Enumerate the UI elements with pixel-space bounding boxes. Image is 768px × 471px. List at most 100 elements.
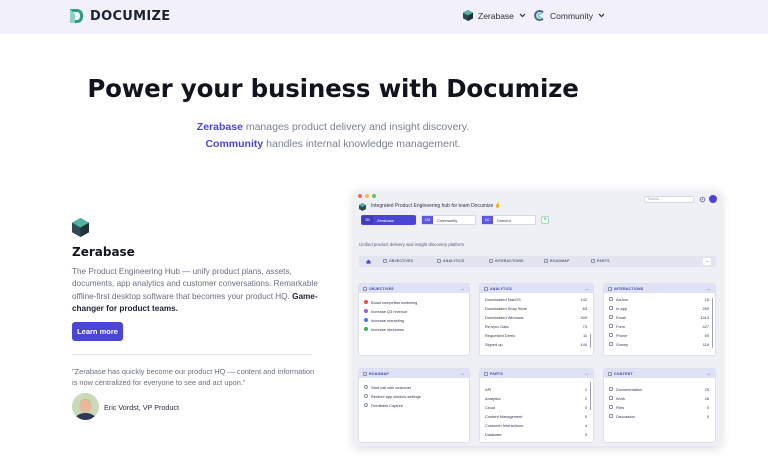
table-row[interactable]: Cloud 0: [485, 404, 587, 410]
in-app-icon: [609, 306, 613, 310]
app-search-input[interactable]: Search...: [644, 196, 694, 203]
table-row[interactable]: Requested Demo 11: [485, 332, 587, 338]
scrollbar[interactable]: [589, 382, 591, 410]
list-item[interactable]: Increase stickiness: [364, 326, 463, 332]
space-code: CM: [422, 216, 433, 224]
community-highlight: Community: [205, 138, 264, 150]
table-row[interactable]: Re-sync Data 73: [485, 323, 587, 329]
user-avatar-icon[interactable]: [709, 195, 717, 203]
card-title: CONTENT: [614, 371, 633, 376]
arrow-right-icon[interactable]: →: [584, 371, 589, 376]
tab-label: ANALYTICS: [443, 259, 465, 263]
list-item[interactable]: Increase marketing: [364, 317, 463, 323]
scrollbar[interactable]: [711, 298, 713, 348]
tab-objectives[interactable]: OBJECTIVES: [383, 259, 413, 263]
community-logo-icon: [534, 10, 544, 21]
arrow-right-icon[interactable]: →: [706, 286, 711, 291]
tab-analytics[interactable]: ANALYTICS: [437, 259, 465, 263]
nav-zerabase[interactable]: Zerabase: [463, 10, 526, 21]
list-item[interactable]: Restore app window settings: [364, 393, 463, 399]
table-row[interactable]: In-app 259: [609, 305, 709, 311]
table-row[interactable]: Documentation 25: [609, 386, 709, 392]
tab-interactions[interactable]: INTERACTIONS: [489, 259, 524, 263]
row-label: Email: [616, 314, 626, 320]
hero-subtitle-2: Community handles internal knowledge man…: [0, 138, 666, 150]
interactions-card: INTERACTIONS → Ad-hoc 16 In-app 259 Email 1…: [603, 283, 716, 356]
table-row[interactable]: Discussion 0: [609, 413, 709, 419]
table-row[interactable]: Ad-hoc 16: [609, 296, 709, 302]
nav-community[interactable]: Community: [534, 10, 605, 21]
space-tab-zerabase[interactable]: ZB Zerabase: [361, 215, 416, 225]
roadmap-item-icon: [364, 394, 368, 398]
card-header: CONTENT →: [604, 369, 715, 378]
table-row[interactable]: Survey 116: [609, 341, 709, 347]
arrow-right-icon[interactable]: →: [584, 286, 589, 291]
objective-label: Increase stickiness: [371, 326, 404, 332]
tab-label: ROADMAP: [550, 259, 570, 263]
home-icon[interactable]: [366, 259, 371, 264]
tab-label: OBJECTIVES: [389, 259, 414, 263]
interactions-icon: [608, 286, 612, 291]
table-row[interactable]: Content Management 0: [485, 413, 587, 419]
close-dot-icon: [358, 194, 362, 198]
roadmap-label: Feedback Capture: [371, 402, 404, 408]
scrollbar[interactable]: [589, 334, 591, 348]
space-code: DC: [482, 216, 493, 224]
arrow-right-icon[interactable]: →: [706, 371, 711, 376]
row-value: 144: [580, 341, 588, 347]
card-header: ANALYTICS →: [480, 284, 593, 293]
table-row[interactable]: Downloaded MacOS 142: [485, 296, 587, 302]
interactions-icon: [489, 259, 493, 263]
objectives-icon: [363, 286, 367, 291]
table-row[interactable]: Signed up 144: [485, 341, 587, 347]
table-row[interactable]: API 1: [485, 386, 587, 392]
table-row[interactable]: Email 1313: [609, 314, 709, 320]
parts-icon: [591, 259, 595, 263]
maximize-dot-icon: [372, 194, 376, 198]
tab-parts[interactable]: PARTS: [591, 259, 610, 263]
hero-title: Power your business with Documize: [87, 74, 579, 103]
documentation-icon: [609, 387, 613, 391]
row-label: Signed up: [485, 341, 503, 347]
objective-status-icon: [364, 309, 368, 313]
parts-icon: [484, 371, 488, 376]
row-value: 25: [704, 386, 709, 392]
tab-roadmap[interactable]: ROADMAP: [544, 259, 569, 263]
expand-button[interactable]: ⌄: [703, 258, 711, 265]
table-row[interactable]: Analytics 2: [485, 395, 587, 401]
add-space-button[interactable]: +: [541, 216, 549, 224]
hero-subtitle-2-text: handles internal knowledge management.: [263, 138, 461, 150]
row-label: Downloaded Snap Store: [485, 305, 528, 311]
list-item[interactable]: Start call with customer: [364, 384, 463, 390]
table-row[interactable]: Database 0: [485, 431, 587, 437]
list-item[interactable]: Feedback Capture: [364, 402, 463, 408]
learn-more-button[interactable]: Learn more: [72, 322, 123, 341]
space-name: Zerabase: [377, 217, 394, 223]
list-item[interactable]: Increase Q3 revenue: [364, 308, 463, 314]
gear-icon[interactable]: [699, 196, 706, 203]
table-row[interactable]: Downloaded Windows 309: [485, 314, 587, 320]
space-tab-dotcom[interactable]: DC Dotcom: [481, 215, 536, 225]
card-header: INTERACTIONS →: [604, 284, 715, 293]
table-row[interactable]: Work 28: [609, 395, 709, 401]
row-value: 0: [584, 404, 587, 410]
brand[interactable]: DOCUMIZE: [68, 8, 170, 24]
testimonial-quote: "Zerabase has quickly become our product…: [72, 367, 315, 387]
arrow-right-icon[interactable]: →: [460, 286, 465, 291]
space-tab-community[interactable]: CM Community: [421, 215, 476, 225]
table-row[interactable]: Customer Interactions 4: [485, 422, 587, 428]
list-item[interactable]: Boost competitor switching: [364, 299, 463, 305]
arrow-right-icon[interactable]: →: [460, 371, 465, 376]
ad-hoc-icon: [609, 297, 613, 301]
table-row[interactable]: Form 427: [609, 323, 709, 329]
table-row[interactable]: Files 0: [609, 404, 709, 410]
row-label: Content Management: [485, 413, 523, 419]
space-code: ZB: [362, 216, 373, 224]
row-label: Documentation: [616, 386, 643, 392]
zerabase-product-icon: [72, 218, 89, 237]
row-label: Analytics: [485, 395, 501, 401]
table-row[interactable]: Phone 69: [609, 332, 709, 338]
row-label: Downloaded Windows: [485, 314, 524, 320]
table-row[interactable]: Downloaded Snap Store 63: [485, 305, 587, 311]
row-value: 0: [706, 413, 709, 419]
